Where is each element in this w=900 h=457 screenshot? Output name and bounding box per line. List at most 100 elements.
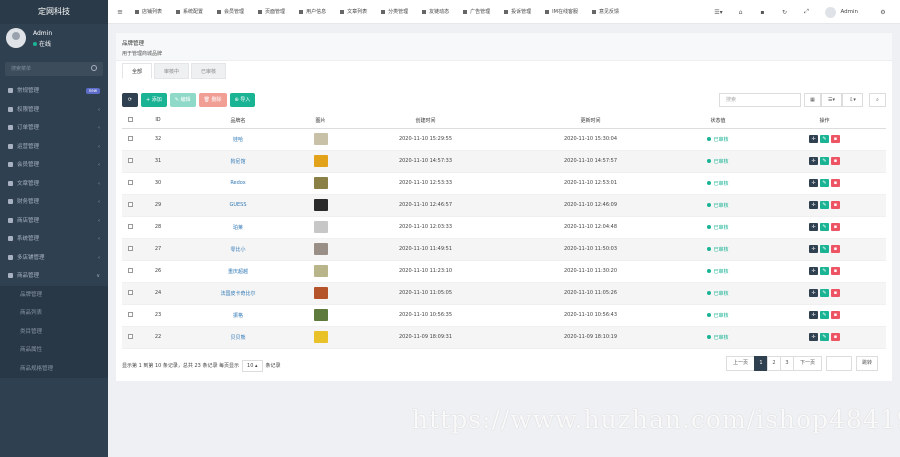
edit-row-icon[interactable]: ✎ (820, 333, 829, 341)
sidebar-item-6[interactable]: 财务管理 ‹ (0, 193, 108, 212)
sidebar-item-7[interactable]: 商店管理 ‹ (0, 212, 108, 231)
sidebar-search-input[interactable]: 搜索菜单 (5, 62, 103, 76)
import-button[interactable]: ⊕ 导入 (229, 93, 256, 107)
delete-row-icon[interactable]: ▪ (831, 245, 840, 253)
brand-logo-image[interactable] (313, 133, 328, 145)
edit-row-icon[interactable]: ✎ (820, 245, 829, 253)
col-created[interactable]: 创建时间 (343, 113, 508, 129)
delete-row-icon[interactable]: ▪ (831, 333, 840, 341)
cell-brand-name[interactable]: 珀莱 (178, 216, 298, 239)
row-checkbox[interactable] (127, 333, 133, 339)
settings-icon[interactable]: ⚙ (872, 9, 894, 16)
sidebar-item-5[interactable]: 文章管理 ‹ (0, 175, 108, 194)
topnav-item-11[interactable]: 意见反馈 (585, 0, 626, 24)
row-checkbox[interactable] (127, 289, 133, 295)
row-select[interactable] (122, 326, 138, 349)
brand-logo-image[interactable] (313, 287, 328, 299)
row-select[interactable] (122, 282, 138, 305)
cell-brand-name[interactable]: 法国皮卡奇比尔 (178, 282, 298, 305)
sidebar-subitem-0[interactable]: 品牌管理 (0, 285, 108, 304)
delete-row-icon[interactable]: ▪ (831, 311, 840, 319)
brand-logo-image[interactable] (313, 155, 328, 167)
row-checkbox[interactable] (127, 201, 133, 207)
edit-row-icon[interactable]: ✎ (820, 135, 829, 143)
topnav-item-7[interactable]: 友链动态 (415, 0, 456, 24)
drag-sort-icon[interactable]: ✛ (809, 135, 818, 143)
topnav-item-4[interactable]: 用户信息 (292, 0, 333, 24)
page-3-button[interactable]: 3 (780, 356, 794, 371)
col-image[interactable]: 图片 (298, 113, 343, 129)
fullscreen-icon[interactable]: ⤢ (795, 8, 817, 16)
topnav-item-5[interactable]: 文章列表 (333, 0, 374, 24)
delete-row-icon[interactable]: ▪ (831, 135, 840, 143)
tab-pending[interactable]: 审核中 (154, 63, 190, 79)
cell-brand-name[interactable]: 娃哈 (178, 128, 298, 151)
edit-row-icon[interactable]: ✎ (820, 311, 829, 319)
brand-logo-image[interactable] (313, 331, 328, 343)
col-id[interactable]: ID (138, 113, 178, 129)
drag-sort-icon[interactable]: ✛ (809, 245, 818, 253)
row-select[interactable] (122, 238, 138, 261)
row-checkbox[interactable] (127, 311, 133, 317)
tab-all[interactable]: 全部 (122, 63, 153, 79)
sidebar-subitem-4[interactable]: 商品规格管理 (0, 359, 108, 378)
sidebar-item-2[interactable]: 订单管理 ‹ (0, 119, 108, 138)
table-search-input[interactable]: 搜索 (719, 93, 801, 107)
topnav-item-2[interactable]: 会员管理 (210, 0, 251, 24)
tab-approved[interactable]: 已审核 (191, 63, 227, 79)
multi-tab-icon[interactable]: ☰▾ (707, 9, 729, 16)
row-select[interactable] (122, 216, 138, 239)
brand-logo-image[interactable] (313, 177, 328, 189)
cell-brand-name[interactable]: GUESS (178, 194, 298, 217)
menu-toggle-icon[interactable]: ≡ (112, 8, 128, 16)
row-select[interactable] (122, 150, 138, 173)
row-select[interactable] (122, 260, 138, 283)
sidebar-item-3[interactable]: 运营管理 ‹ (0, 138, 108, 157)
row-select[interactable] (122, 194, 138, 217)
row-select[interactable] (122, 128, 138, 151)
edit-button[interactable]: ✎ 编辑 (169, 93, 196, 107)
table-row[interactable]: 24 法国皮卡奇比尔 2020-11-10 11:05:05 2020-11-10 1… (122, 282, 886, 305)
cell-brand-name[interactable]: 重庆超越 (178, 260, 298, 283)
cell-brand-name[interactable]: 贝贝熊 (178, 326, 298, 349)
edit-row-icon[interactable]: ✎ (820, 267, 829, 275)
delete-row-icon[interactable]: ▪ (831, 289, 840, 297)
drag-sort-icon[interactable]: ✛ (809, 333, 818, 341)
table-row[interactable]: 31 狗尼馆 2020-11-10 14:57:33 2020-11-10 14:57… (122, 150, 886, 173)
sidebar-item-10[interactable]: 商品管理 ∨ (0, 267, 108, 286)
row-select[interactable] (122, 172, 138, 195)
topbar-avatar[interactable] (825, 6, 837, 18)
edit-row-icon[interactable]: ✎ (820, 201, 829, 209)
topnav-item-3[interactable]: 页面管理 (251, 0, 292, 24)
toggle-view-button[interactable]: ▦ (804, 93, 821, 107)
drag-sort-icon[interactable]: ✛ (809, 201, 818, 209)
drag-sort-icon[interactable]: ✛ (809, 157, 818, 165)
row-checkbox[interactable] (127, 267, 133, 273)
table-row[interactable]: 26 重庆超越 2020-11-10 11:23:10 2020-11-10 11:3… (122, 260, 886, 283)
cell-brand-name[interactable]: 零比小 (178, 238, 298, 261)
topnav-item-10[interactable]: IM在线客服 (538, 0, 585, 24)
brand-logo-image[interactable] (313, 309, 328, 321)
table-row[interactable]: 23 振格 2020-11-10 10:56:35 2020-11-10 10:56:… (122, 304, 886, 327)
edit-row-icon[interactable]: ✎ (820, 223, 829, 231)
row-checkbox[interactable] (127, 245, 133, 251)
sidebar-item-4[interactable]: 会员管理 ‹ (0, 156, 108, 175)
drag-sort-icon[interactable]: ✛ (809, 267, 818, 275)
refresh-button[interactable]: ⟳ (122, 93, 138, 107)
col-brand-name[interactable]: 品牌名 (178, 113, 298, 129)
advanced-search-button[interactable]: ⌕ (869, 93, 886, 107)
topnav-item-1[interactable]: 系统配置 (169, 0, 210, 24)
page-size-select[interactable]: 10 ▴ (242, 360, 263, 372)
topnav-item-0[interactable]: 店铺列表 (128, 0, 169, 24)
sidebar-subitem-2[interactable]: 类目管理 (0, 322, 108, 341)
cell-brand-name[interactable]: Redox (178, 172, 298, 195)
drag-sort-icon[interactable]: ✛ (809, 311, 818, 319)
table-row[interactable]: 30 Redox 2020-11-10 12:53:33 2020-11-10 12:… (122, 172, 886, 195)
delete-row-icon[interactable]: ▪ (831, 223, 840, 231)
edit-row-icon[interactable]: ✎ (820, 179, 829, 187)
row-checkbox[interactable] (127, 179, 133, 185)
col-status[interactable]: 状态值 (673, 113, 763, 129)
drag-sort-icon[interactable]: ✛ (809, 179, 818, 187)
prev-page-button[interactable]: 上一页 (726, 356, 755, 371)
avatar[interactable] (6, 28, 26, 48)
